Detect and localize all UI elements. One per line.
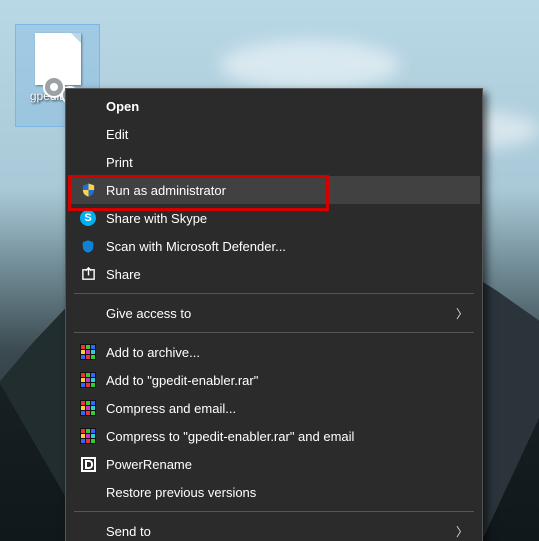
wallpaper-cloud [220, 40, 400, 90]
share-icon [76, 264, 100, 284]
menu-item-run-as-administrator[interactable]: Run as administrator [68, 176, 480, 204]
menu-item-add-to-named-rar[interactable]: Add to "gpedit-enabler.rar" [68, 366, 480, 394]
menu-item-share[interactable]: Share [68, 260, 480, 288]
menu-item-label: PowerRename [106, 457, 468, 472]
menu-item-label: Compress to "gpedit-enabler.rar" and ema… [106, 429, 468, 444]
powerrename-icon [76, 454, 100, 474]
menu-item-share-skype[interactable]: Share with Skype [68, 204, 480, 232]
defender-shield-icon [76, 236, 100, 256]
menu-item-scan-defender[interactable]: Scan with Microsoft Defender... [68, 232, 480, 260]
menu-item-powerrename[interactable]: PowerRename [68, 450, 480, 478]
winrar-icon [76, 398, 100, 418]
menu-item-print[interactable]: Print [68, 148, 480, 176]
menu-item-label: Add to archive... [106, 345, 468, 360]
menu-item-give-access-to[interactable]: Give access to 〉 [68, 299, 480, 327]
menu-item-label: Compress and email... [106, 401, 468, 416]
menu-item-edit[interactable]: Edit [68, 120, 480, 148]
menu-item-label: Share with Skype [106, 211, 468, 226]
winrar-icon [76, 370, 100, 390]
menu-item-label: Edit [106, 127, 468, 142]
context-menu: Open Edit Print Run as administrator Sha… [65, 88, 483, 541]
menu-item-add-to-archive[interactable]: Add to archive... [68, 338, 480, 366]
winrar-icon [76, 426, 100, 446]
menu-item-label: Run as administrator [106, 183, 468, 198]
menu-separator [74, 293, 474, 294]
menu-item-label: Scan with Microsoft Defender... [106, 239, 468, 254]
winrar-icon [76, 342, 100, 362]
menu-item-compress-and-email[interactable]: Compress and email... [68, 394, 480, 422]
menu-item-label: Give access to [106, 306, 456, 321]
menu-item-label: Send to [106, 524, 456, 539]
menu-item-label: Open [106, 99, 468, 114]
uac-shield-icon [76, 180, 100, 200]
menu-item-label: Print [106, 155, 468, 170]
desktop-wallpaper: gpedit-e… Open Edit Print Run as adminis… [0, 0, 539, 541]
menu-item-send-to[interactable]: Send to 〉 [68, 517, 480, 541]
chevron-right-icon: 〉 [456, 305, 468, 322]
menu-separator [74, 332, 474, 333]
menu-item-compress-named-and-email[interactable]: Compress to "gpedit-enabler.rar" and ema… [68, 422, 480, 450]
chevron-right-icon: 〉 [456, 523, 468, 540]
skype-icon [76, 208, 100, 228]
menu-item-open[interactable]: Open [68, 92, 480, 120]
menu-item-label: Restore previous versions [106, 485, 468, 500]
menu-item-label: Share [106, 267, 468, 282]
menu-item-label: Add to "gpedit-enabler.rar" [106, 373, 468, 388]
menu-item-restore-previous-versions[interactable]: Restore previous versions [68, 478, 480, 506]
menu-separator [74, 511, 474, 512]
